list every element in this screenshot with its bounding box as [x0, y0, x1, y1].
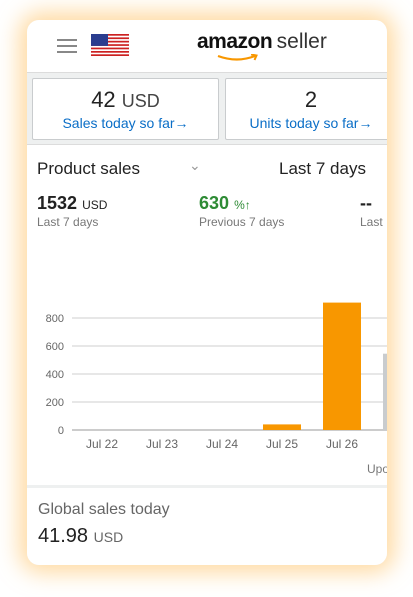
- y-tick-label: 600: [46, 341, 64, 353]
- hamburger-menu-icon[interactable]: [57, 39, 77, 53]
- units-today-card[interactable]: 2 Units today so far→: [225, 78, 387, 140]
- previous-unit: %: [234, 198, 245, 212]
- units-today-link[interactable]: Units today so far→: [226, 115, 387, 131]
- logo-brand: amazon: [197, 30, 273, 53]
- global-sales-unit: USD: [93, 529, 124, 545]
- y-tick-label: 800: [46, 313, 64, 325]
- smile-arrow-icon: [217, 54, 258, 61]
- seller-app-card: amazon seller 42 USD Sales today so far→…: [27, 20, 387, 565]
- previous-value: 630: [199, 193, 230, 213]
- x-tick-label: Jul 26: [326, 437, 358, 451]
- amazon-seller-logo: amazon seller: [197, 30, 327, 64]
- y-tick-label: 200: [46, 397, 64, 409]
- trend-up-icon: ↑: [244, 198, 251, 212]
- third-metric: -- Last: [360, 193, 383, 229]
- third-label: Last: [360, 215, 383, 229]
- arrow-right-icon: →: [358, 115, 373, 131]
- y-tick-label: 400: [46, 369, 64, 381]
- y-tick-label: 0: [58, 425, 64, 437]
- global-sales-value: 41.98: [38, 525, 89, 547]
- x-tick-label: Jul 24: [206, 437, 238, 451]
- bar-j: [383, 353, 387, 430]
- x-tick-label: Jul 22: [86, 437, 118, 451]
- us-flag-icon[interactable]: [91, 34, 129, 56]
- previous-label: Previous 7 days: [199, 215, 285, 229]
- current-label: Last 7 days: [37, 215, 99, 229]
- x-tick-label: Jul 23: [146, 437, 178, 451]
- third-value: --: [360, 193, 372, 213]
- metric-selector[interactable]: Product sales: [37, 159, 140, 179]
- arrow-right-icon: →: [174, 115, 189, 131]
- sales-bar-chart: 0 200 400 600 800 Jul 22 Jul 23 Jul 24 Jul 25 Jul…: [46, 302, 387, 451]
- sales-today-card[interactable]: 42 USD Sales today so far→: [32, 78, 219, 140]
- chevron-down-icon[interactable]: ⌄: [189, 157, 201, 174]
- bar-jul-25: [263, 424, 301, 430]
- global-sales-card[interactable]: Global sales today 41.98 USD: [27, 488, 387, 565]
- sales-today-value: 42: [91, 87, 116, 112]
- range-selector[interactable]: Last 7 days: [279, 159, 366, 179]
- current-unit: USD: [82, 198, 108, 212]
- app-header: amazon seller: [27, 20, 387, 73]
- updated-label: Upo: [367, 462, 387, 476]
- logo-suffix: seller: [276, 30, 327, 53]
- today-stats-bar: 42 USD Sales today so far→ 2 Units today…: [27, 73, 387, 143]
- current-value: 1532: [37, 193, 78, 213]
- previous-period-metric: 630 %↑ Previous 7 days: [199, 193, 284, 229]
- sales-today-unit: USD: [121, 91, 160, 111]
- x-tick-label: Jul 25: [266, 437, 298, 451]
- sales-today-link[interactable]: Sales today so far→: [33, 115, 218, 131]
- units-today-value: 2: [304, 87, 318, 112]
- global-sales-title: Global sales today: [38, 501, 170, 518]
- sales-chart-panel: Product sales ⌄ Last 7 days 1532 USD Las…: [27, 144, 387, 485]
- current-period-metric: 1532 USD Last 7 days: [37, 193, 107, 229]
- bar-jul-26: [323, 302, 361, 430]
